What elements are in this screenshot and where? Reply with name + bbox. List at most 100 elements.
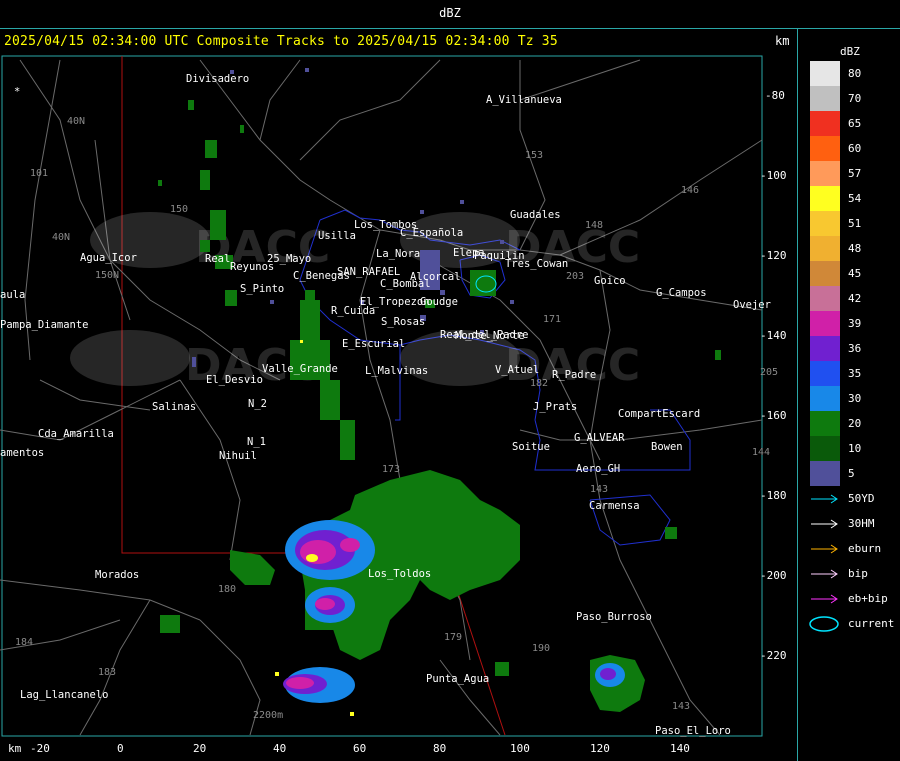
svg-text:amentos: amentos: [0, 447, 44, 459]
svg-text:C_Española: C_Española: [400, 227, 463, 239]
svg-text:Morados: Morados: [95, 569, 139, 581]
current-ellipse-icon: [809, 616, 839, 632]
legend-swatch: [810, 436, 840, 461]
y-tick: -200: [760, 569, 787, 582]
svg-text:184: 184: [15, 637, 33, 648]
x-tick: 140: [670, 742, 690, 755]
legend-swatch: [810, 136, 840, 161]
svg-text:40N: 40N: [52, 232, 70, 243]
svg-text:Goico: Goico: [594, 275, 626, 287]
svg-text:Paso_Burroso: Paso_Burroso: [576, 611, 652, 623]
track-arrow-icon: [811, 519, 838, 529]
svg-text:Cda_Amarilla: Cda_Amarilla: [38, 428, 114, 440]
legend-swatch: [810, 161, 840, 186]
legend-unit: dBZ: [840, 45, 860, 58]
svg-text:A_Villanueva: A_Villanueva: [486, 94, 562, 106]
svg-text:Punta_Agua: Punta_Agua: [426, 673, 489, 685]
legend-value: 57: [848, 167, 862, 180]
svg-text:G_Campos: G_Campos: [656, 287, 707, 299]
svg-text:J_Prats: J_Prats: [533, 401, 577, 413]
top-separator: [0, 28, 900, 29]
legend-value: 51: [848, 217, 862, 230]
svg-text:171: 171: [543, 314, 561, 325]
svg-text:25_Mayo: 25_Mayo: [267, 253, 311, 265]
svg-text:Guadales: Guadales: [510, 209, 561, 221]
y-tick: -160: [760, 409, 787, 422]
x-tick: 120: [590, 742, 610, 755]
svg-text:*: *: [14, 86, 20, 98]
svg-text:101: 101: [30, 168, 48, 179]
svg-text:El_Tropezon: El_Tropezon: [360, 296, 430, 308]
legend-value: 48: [848, 242, 862, 255]
legend-value: 30: [848, 392, 862, 405]
x-unit-label: km: [8, 742, 22, 755]
svg-text:143: 143: [590, 484, 608, 495]
svg-text:Paso_El_Loro: Paso_El_Loro: [655, 725, 731, 737]
svg-text:Valle_Grande: Valle_Grande: [262, 363, 338, 375]
x-tick: 60: [353, 742, 367, 755]
svg-text:179: 179: [444, 632, 462, 643]
svg-text:Usilla: Usilla: [318, 230, 356, 242]
legend-swatch: [810, 86, 840, 111]
legend-swatch: [810, 336, 840, 361]
y-tick: -220: [760, 649, 787, 662]
legend-swatch: [810, 186, 840, 211]
svg-text:183: 183: [98, 667, 116, 678]
x-tick: 0: [117, 742, 124, 755]
legend-swatch: [810, 386, 840, 411]
svg-text:E_Escurial: E_Escurial: [342, 338, 405, 350]
x-tick: -20: [30, 742, 50, 755]
legend-swatch: [810, 461, 840, 486]
legend-value: 60: [848, 142, 862, 155]
svg-text:Carmensa: Carmensa: [589, 500, 640, 512]
svg-text:Divisadero: Divisadero: [186, 73, 249, 85]
svg-text:C_Bombal: C_Bombal: [380, 278, 431, 290]
legend-value: 10: [848, 442, 862, 455]
track-label: eburn: [848, 542, 882, 555]
radar-map: 101 153 146 148 203 171 205 150 144 173 …: [0, 55, 778, 737]
svg-text:Bowen: Bowen: [651, 441, 683, 453]
svg-text:180: 180: [218, 584, 236, 595]
svg-text:190: 190: [532, 643, 550, 654]
legend-value: 5: [848, 467, 855, 480]
svg-text:Tres_Cowan: Tres_Cowan: [505, 258, 568, 270]
svg-text:El_Desvio: El_Desvio: [206, 374, 263, 386]
svg-text:La_Nora: La_Nora: [376, 248, 420, 260]
legend-swatch: [810, 211, 840, 236]
track-label: eb+bip: [848, 592, 888, 605]
svg-text:2200m: 2200m: [253, 710, 283, 721]
track-label: 30HM: [848, 517, 875, 530]
legend-swatch: [810, 111, 840, 136]
svg-text:Monte_Norte: Monte_Norte: [455, 330, 525, 342]
legend-swatch: [810, 61, 840, 86]
legend-value: 65: [848, 117, 862, 130]
svg-text:146: 146: [681, 185, 699, 196]
svg-text:Soitue: Soitue: [512, 441, 550, 453]
svg-text:Nihuil: Nihuil: [219, 450, 257, 462]
x-tick: 80: [433, 742, 447, 755]
svg-text:S_Pinto: S_Pinto: [240, 283, 284, 295]
legend-separator: [797, 28, 798, 761]
svg-text:SAN_RAFAEL: SAN_RAFAEL: [337, 266, 400, 278]
x-tick: 40: [273, 742, 287, 755]
track-arrow-icon: [811, 494, 838, 504]
svg-text:Salinas: Salinas: [152, 401, 196, 413]
svg-text:143: 143: [672, 701, 690, 712]
legend-swatch: [810, 361, 840, 386]
svg-text:153: 153: [525, 150, 543, 161]
legend-value: 35: [848, 367, 862, 380]
x-tick: 20: [193, 742, 207, 755]
svg-text:L_Malvinas: L_Malvinas: [365, 365, 428, 377]
svg-text:R_Padre: R_Padre: [552, 369, 596, 381]
track-label: 50YD: [848, 492, 875, 505]
y-tick: -140: [760, 329, 787, 342]
svg-text:40N: 40N: [67, 116, 85, 127]
svg-text:173: 173: [382, 464, 400, 475]
track-arrow-icon: [811, 569, 838, 579]
svg-text:144: 144: [752, 447, 770, 458]
svg-text:G_ALVEAR: G_ALVEAR: [574, 432, 625, 444]
svg-text:N_1: N_1: [247, 436, 266, 448]
svg-text:205: 205: [760, 367, 778, 378]
svg-text:CompartEscard: CompartEscard: [618, 408, 700, 420]
track-arrow-icon: [811, 594, 838, 604]
